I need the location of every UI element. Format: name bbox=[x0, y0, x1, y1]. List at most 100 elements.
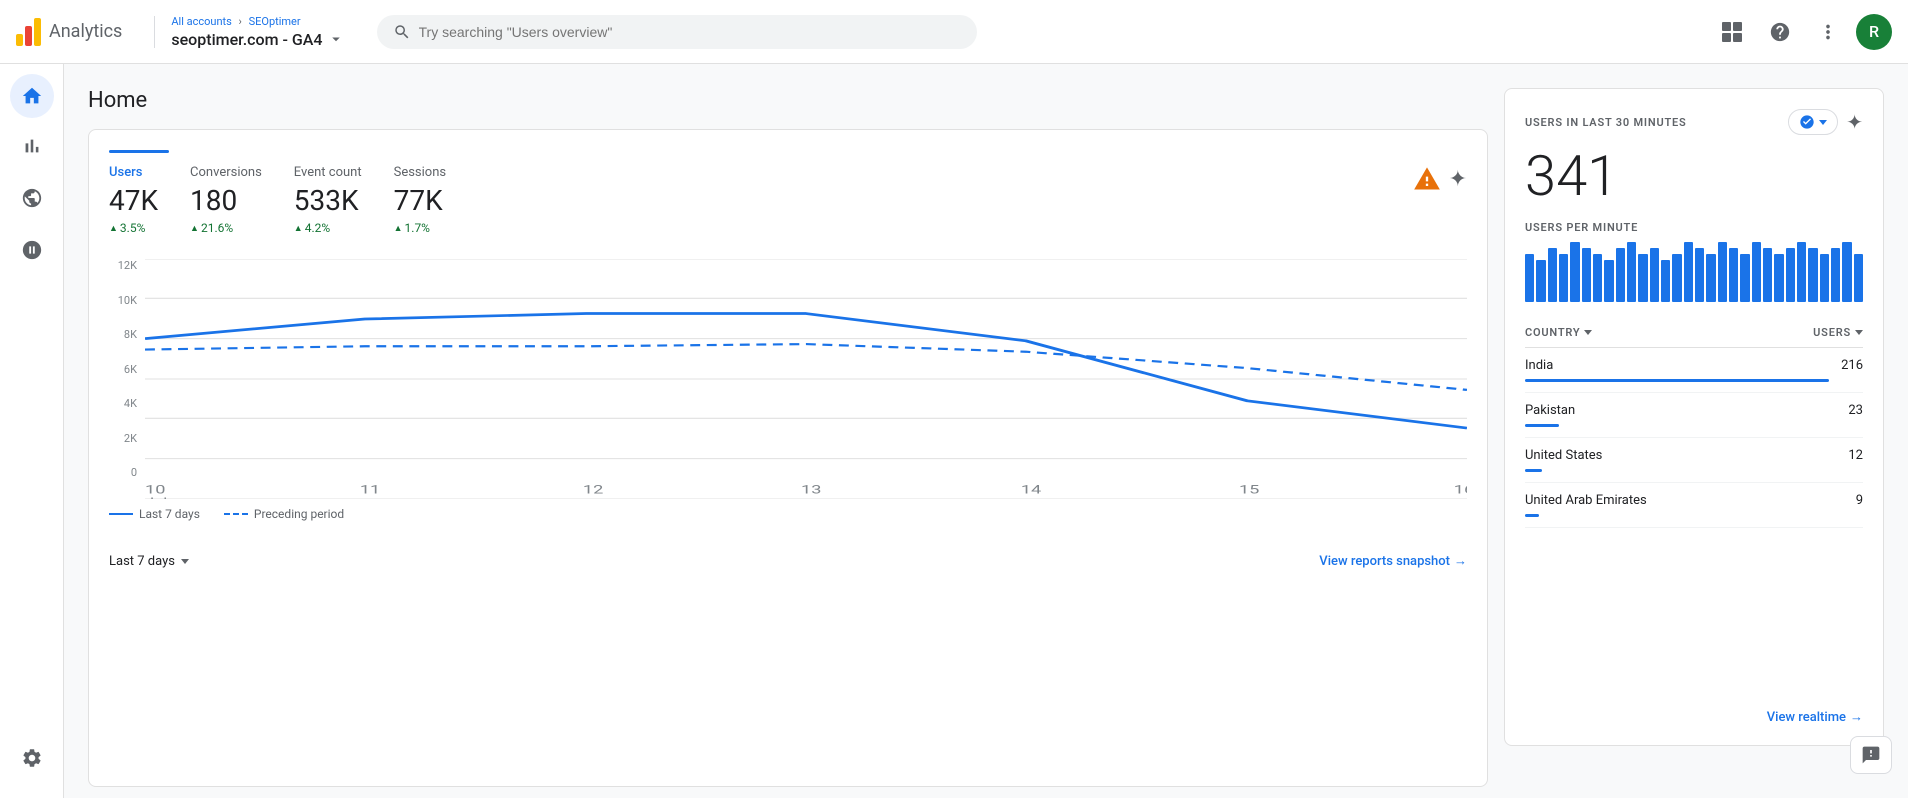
grid-icon bbox=[1722, 22, 1742, 42]
mini-bar bbox=[1695, 248, 1704, 302]
metric-events-label[interactable]: Event count bbox=[294, 165, 362, 180]
date-range-chevron bbox=[181, 559, 189, 564]
breadcrumb-site[interactable]: SEOptimer bbox=[249, 15, 301, 28]
feedback-icon bbox=[1861, 745, 1881, 765]
sidebar-item-advertising[interactable] bbox=[8, 226, 56, 274]
breadcrumb-accounts[interactable]: All accounts bbox=[171, 15, 231, 28]
sidebar-item-explore[interactable] bbox=[8, 174, 56, 222]
metric-users-label[interactable]: Users bbox=[109, 165, 158, 180]
mini-bar bbox=[1582, 248, 1591, 302]
mini-bar bbox=[1672, 254, 1681, 302]
svg-text:16: 16 bbox=[1454, 483, 1467, 497]
realtime-actions: ✦ bbox=[1788, 109, 1863, 135]
avatar[interactable]: R bbox=[1856, 14, 1892, 50]
check-circle-icon bbox=[1799, 114, 1815, 130]
grid-button[interactable] bbox=[1712, 12, 1752, 52]
metric-conversions-change: 21.6% bbox=[190, 221, 262, 235]
nav-actions: R bbox=[1712, 12, 1892, 52]
realtime-count: 341 bbox=[1525, 143, 1863, 209]
mini-bar bbox=[1808, 248, 1817, 302]
search-bar[interactable] bbox=[377, 15, 977, 49]
metric-sessions-change: 1.7% bbox=[394, 221, 447, 235]
right-panel: USERS IN LAST 30 MINUTES ✦ 341 USERS PER… bbox=[1504, 88, 1884, 774]
sidebar-item-home[interactable] bbox=[10, 74, 54, 118]
mini-bar bbox=[1525, 254, 1534, 302]
country-count: 12 bbox=[1848, 448, 1863, 463]
legend-dashed-line bbox=[224, 513, 248, 515]
country-bar bbox=[1525, 424, 1559, 427]
mini-bar bbox=[1684, 242, 1693, 302]
y-label-8k: 8K bbox=[109, 328, 137, 341]
view-realtime-link[interactable]: View realtime → bbox=[1767, 709, 1863, 725]
help-button[interactable] bbox=[1760, 12, 1800, 52]
check-dropdown-chevron bbox=[1819, 120, 1827, 125]
svg-text:12: 12 bbox=[583, 483, 604, 497]
mini-bar bbox=[1661, 260, 1670, 302]
country-count: 9 bbox=[1856, 493, 1863, 508]
users-col-header[interactable]: USERS bbox=[1813, 326, 1863, 339]
view-reports-link[interactable]: View reports snapshot → bbox=[1319, 553, 1467, 569]
metric-sessions-label[interactable]: Sessions bbox=[394, 165, 447, 180]
logo-area: Analytics bbox=[16, 18, 122, 46]
main-content: Home Users 47K 3.5% Conversions 180 21.6… bbox=[64, 64, 1908, 798]
country-count: 216 bbox=[1841, 358, 1863, 373]
sparkle-icon[interactable]: ✦ bbox=[1449, 167, 1467, 192]
y-label-10k: 10K bbox=[109, 294, 137, 307]
view-reports-text: View reports snapshot bbox=[1319, 554, 1450, 569]
mini-bar bbox=[1638, 254, 1647, 302]
site-selector[interactable]: seoptimer.com - GA4 bbox=[171, 30, 344, 49]
feedback-button[interactable] bbox=[1850, 736, 1892, 774]
realtime-sparkle-icon[interactable]: ✦ bbox=[1846, 110, 1863, 134]
main-card: Users 47K 3.5% Conversions 180 21.6% Eve… bbox=[88, 129, 1488, 787]
country-table-header: COUNTRY USERS bbox=[1525, 318, 1863, 348]
view-realtime-arrow: → bbox=[1850, 709, 1863, 725]
site-name: seoptimer.com - GA4 bbox=[171, 30, 322, 49]
metric-users-value: 47K bbox=[109, 184, 158, 217]
mini-bar bbox=[1854, 254, 1863, 302]
mini-bar bbox=[1616, 248, 1625, 302]
more-button[interactable] bbox=[1808, 12, 1848, 52]
metrics-row: Users 47K 3.5% Conversions 180 21.6% Eve… bbox=[109, 165, 1467, 235]
users-tab-indicator bbox=[109, 150, 169, 153]
mini-bar bbox=[1820, 254, 1829, 302]
country-name: India bbox=[1525, 358, 1553, 373]
help-icon bbox=[1769, 21, 1791, 43]
home-icon bbox=[21, 85, 43, 107]
mini-bar bbox=[1536, 260, 1545, 302]
nav-divider bbox=[154, 16, 155, 48]
sidebar-item-settings[interactable] bbox=[8, 734, 56, 782]
more-vert-icon bbox=[1817, 21, 1839, 43]
country-row: Pakistan 23 bbox=[1525, 393, 1863, 438]
mini-bar bbox=[1786, 248, 1795, 302]
view-reports-arrow: → bbox=[1454, 553, 1467, 569]
mini-bar bbox=[1604, 260, 1613, 302]
check-dropdown[interactable] bbox=[1788, 109, 1838, 135]
date-range-selector[interactable]: Last 7 days bbox=[109, 554, 189, 569]
legend-last7days: Last 7 days bbox=[109, 507, 200, 521]
users-col-label: USERS bbox=[1813, 326, 1851, 339]
mini-bar bbox=[1752, 242, 1761, 302]
metric-events: Event count 533K 4.2% bbox=[294, 165, 362, 235]
left-panel: Home Users 47K 3.5% Conversions 180 21.6… bbox=[88, 88, 1488, 774]
date-range-label: Last 7 days bbox=[109, 554, 175, 569]
mini-bar bbox=[1548, 248, 1557, 302]
top-nav: Analytics All accounts › SEOptimer seopt… bbox=[0, 0, 1908, 64]
warning-icon[interactable] bbox=[1413, 165, 1441, 193]
mini-bar bbox=[1706, 254, 1715, 302]
sidebar-item-reports[interactable] bbox=[8, 122, 56, 170]
users-per-min-label: USERS PER MINUTE bbox=[1525, 221, 1863, 234]
account-area: All accounts › SEOptimer seoptimer.com -… bbox=[171, 15, 344, 49]
realtime-title: USERS IN LAST 30 MINUTES bbox=[1525, 116, 1687, 129]
metric-events-value: 533K bbox=[294, 184, 362, 217]
search-input[interactable] bbox=[419, 24, 961, 40]
legend-last7days-label: Last 7 days bbox=[139, 507, 200, 521]
mini-bar bbox=[1627, 242, 1636, 302]
mini-bar bbox=[1763, 248, 1772, 302]
country-bar bbox=[1525, 379, 1829, 382]
legend-solid-line bbox=[109, 513, 133, 515]
svg-text:Jul: Jul bbox=[145, 496, 167, 499]
mini-bar bbox=[1718, 242, 1727, 302]
mini-bar bbox=[1650, 248, 1659, 302]
metric-conversions-label[interactable]: Conversions bbox=[190, 165, 262, 180]
country-col-header[interactable]: COUNTRY bbox=[1525, 326, 1592, 339]
